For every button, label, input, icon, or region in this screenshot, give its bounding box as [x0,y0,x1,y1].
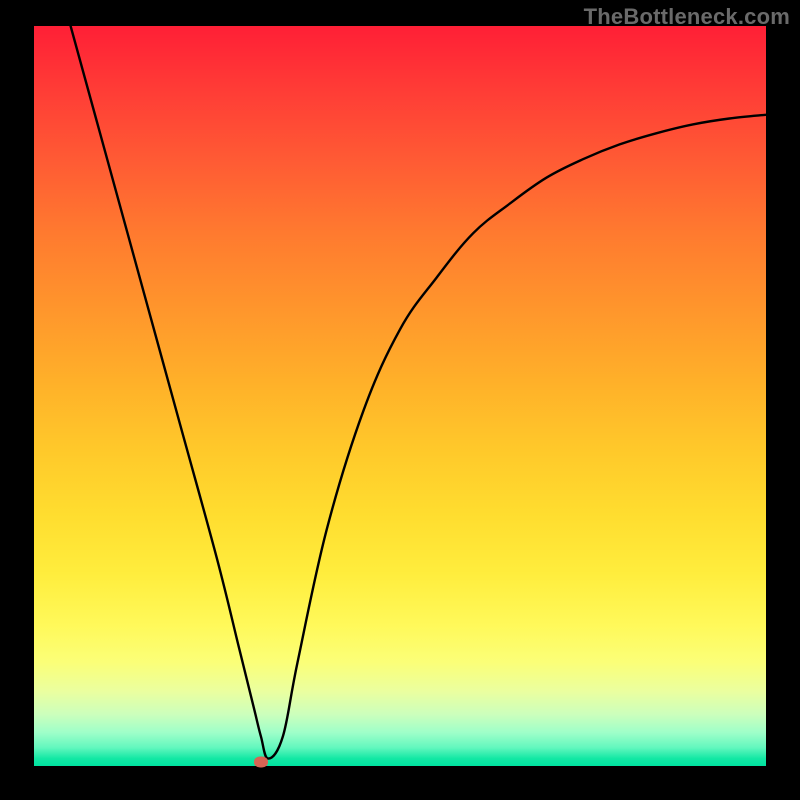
minimum-marker [254,757,268,768]
curve-path [71,26,766,759]
plot-area [34,26,766,766]
watermark-text: TheBottleneck.com [584,4,790,30]
bottleneck-curve [34,26,766,766]
chart-frame: TheBottleneck.com [0,0,800,800]
